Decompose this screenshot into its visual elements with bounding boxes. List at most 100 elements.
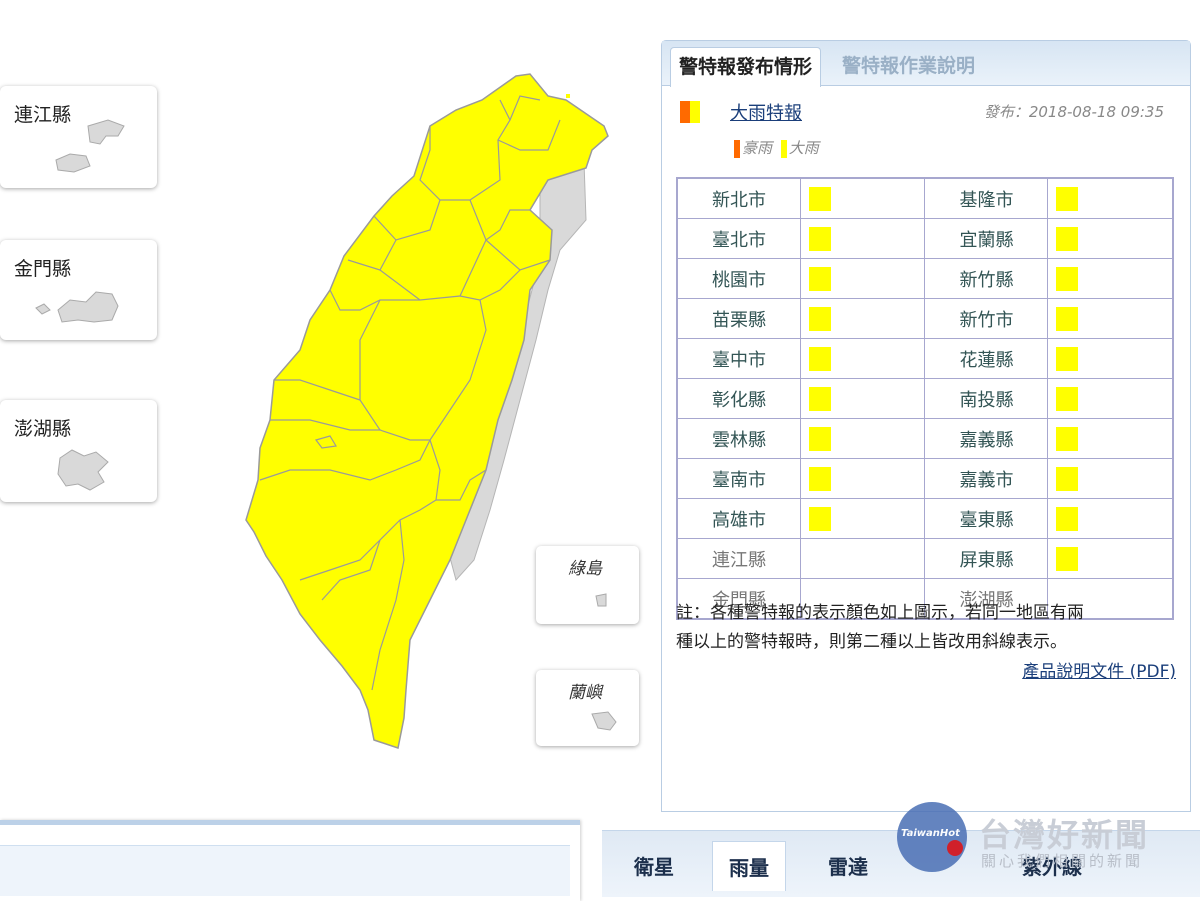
region-warning-cell <box>1047 458 1174 499</box>
tab-warning-status[interactable]: 警特報發布情形 <box>670 47 822 87</box>
heavy-rain-swatch <box>1056 426 1079 451</box>
green-island-shape <box>595 593 607 607</box>
product-swatch <box>680 101 700 123</box>
tab-radar[interactable]: 雷達 <box>828 851 868 880</box>
orchid-island-shape <box>591 711 617 731</box>
region-name[interactable]: 新北市 <box>676 177 801 219</box>
watermark-red-dot <box>947 840 963 856</box>
heavy-rain-swatch <box>808 506 831 531</box>
region-name[interactable]: 新竹縣 <box>924 258 1049 299</box>
green-island-box[interactable]: 綠島 <box>536 546 639 624</box>
region-warning-cell <box>799 218 926 259</box>
heavy-rain-swatch <box>808 346 831 371</box>
region-warning-cell <box>799 378 926 419</box>
note-line-1: 註：各種警特報的表示顏色如上圖示，若同一地區有兩 <box>676 603 1084 623</box>
heavy-rain-swatch <box>1056 226 1079 251</box>
region-name[interactable]: 臺北市 <box>676 218 801 259</box>
heavy-rain-swatch <box>1056 546 1079 571</box>
region-row: 高雄市 臺東縣 <box>676 498 1174 539</box>
tab-satellite[interactable]: 衛星 <box>634 851 674 880</box>
region-warning-cell <box>799 177 926 219</box>
region-warning-cell <box>799 418 926 459</box>
region-name[interactable]: 新竹市 <box>924 298 1049 339</box>
heavy-rain-swatch <box>808 386 831 411</box>
keelung-islet <box>566 94 570 98</box>
pdf-doc-link[interactable]: 產品說明文件 (PDF) <box>1022 657 1176 682</box>
orchid-island-box[interactable]: 蘭嶼 <box>536 670 639 746</box>
penghu-box[interactable]: 澎湖縣 <box>0 400 157 502</box>
region-name[interactable]: 連江縣 <box>676 538 801 579</box>
legend-label-heavy: 大雨 <box>788 139 819 157</box>
region-name[interactable]: 高雄市 <box>676 498 801 539</box>
product-row: 大雨特報 發布：2018-08-18 09:35 <box>680 99 1170 127</box>
region-name[interactable]: 苗栗縣 <box>676 298 801 339</box>
heavy-rain-swatch <box>808 226 831 251</box>
region-name[interactable]: 彰化縣 <box>676 378 801 419</box>
region-warning-cell <box>1047 378 1174 419</box>
region-name[interactable]: 嘉義縣 <box>924 418 1049 459</box>
region-name[interactable]: 臺中市 <box>676 338 801 379</box>
region-warning-cell <box>799 298 926 339</box>
heavy-rain-swatch <box>1056 506 1079 531</box>
region-name[interactable]: 宜蘭縣 <box>924 218 1049 259</box>
legend: 豪雨 大雨 <box>734 137 819 158</box>
region-warning-cell <box>799 338 926 379</box>
region-name[interactable]: 臺南市 <box>676 458 801 499</box>
region-name[interactable]: 桃園市 <box>676 258 801 299</box>
heavy-rain-swatch <box>1056 466 1079 491</box>
region-row: 連江縣 屏東縣 <box>676 538 1174 579</box>
watermark-subtitle: 關心我們相關的新聞 <box>981 852 1144 870</box>
region-row: 臺北市 宜蘭縣 <box>676 218 1174 259</box>
watermark-logo-circle: TaiwanHot <box>897 802 967 872</box>
heavy-rain-swatch <box>808 426 831 451</box>
note-line-2: 種以上的警特報時，則第二種以上皆改用斜線表示。 <box>676 632 1067 652</box>
region-name[interactable]: 雲林縣 <box>676 418 801 459</box>
region-warning-cell <box>1047 538 1174 579</box>
warning-panel: 警特報發布情形 警特報作業說明 大雨特報 發布：2018-08-18 09:35… <box>661 40 1191 812</box>
lienchiang-shape <box>55 119 125 173</box>
region-warning-cell <box>1047 218 1174 259</box>
region-warning-cell <box>799 258 926 299</box>
product-link[interactable]: 大雨特報 <box>730 99 802 125</box>
heavy-rain-swatch <box>808 466 831 491</box>
legend-label-torrential: 豪雨 <box>742 139 773 157</box>
kinmen-box[interactable]: 金門縣 <box>0 240 157 340</box>
region-row: 雲林縣 嘉義縣 <box>676 418 1174 459</box>
tab-warning-guide[interactable]: 警特報作業說明 <box>834 47 983 85</box>
region-row: 桃園市 新竹縣 <box>676 258 1174 299</box>
kinmen-shape <box>35 291 119 323</box>
taiwan-main-island <box>245 73 609 749</box>
heavy-rain-swatch <box>1056 186 1079 211</box>
region-name[interactable]: 臺東縣 <box>924 498 1049 539</box>
region-name[interactable]: 花蓮縣 <box>924 338 1049 379</box>
legend-swatch-torrential <box>734 139 740 158</box>
region-warning-cell <box>1047 498 1174 539</box>
heavy-rain-swatch <box>808 306 831 331</box>
heavy-rain-swatch <box>1056 346 1079 371</box>
heavy-rain-swatch <box>1056 266 1079 291</box>
watermark-logo-text: TaiwanHot <box>901 828 960 839</box>
region-name[interactable]: 基隆市 <box>924 177 1049 219</box>
region-name[interactable]: 屏東縣 <box>924 538 1049 579</box>
region-table: 新北市 基隆市 臺北市 宜蘭縣 桃園市 新竹縣 苗栗縣 新竹市 臺中市 花蓮縣 彰化縣 南投縣 雲林縣嘉… <box>676 177 1174 620</box>
lienchiang-box[interactable]: 連江縣 <box>0 86 157 188</box>
panel-tabbar: 警特報發布情形 警特報作業說明 <box>662 41 1190 87</box>
penghu-shape <box>57 449 109 491</box>
heavy-rain-swatch <box>808 186 831 211</box>
note: 註：各種警特報的表示顏色如上圖示，若同一地區有兩 種以上的警特報時，則第二種以上… <box>676 599 1176 657</box>
region-name[interactable]: 南投縣 <box>924 378 1049 419</box>
taiwan-map <box>245 73 609 749</box>
tab-rainfall[interactable]: 雨量 <box>712 841 786 891</box>
region-row: 苗栗縣 新竹市 <box>676 298 1174 339</box>
region-warning-cell <box>1047 298 1174 339</box>
region-row: 新北市 基隆市 <box>676 177 1174 219</box>
legend-swatch-heavy <box>780 139 787 158</box>
heavy-rain-swatch <box>1056 386 1079 411</box>
region-warning-cell <box>1047 258 1174 299</box>
region-warning-cell <box>799 538 926 579</box>
region-row: 臺中市 花蓮縣 <box>676 338 1174 379</box>
heavy-rain-swatch <box>1056 306 1079 331</box>
region-name[interactable]: 嘉義市 <box>924 458 1049 499</box>
region-warning-cell <box>799 498 926 539</box>
heavy-rain-swatch <box>808 266 831 291</box>
